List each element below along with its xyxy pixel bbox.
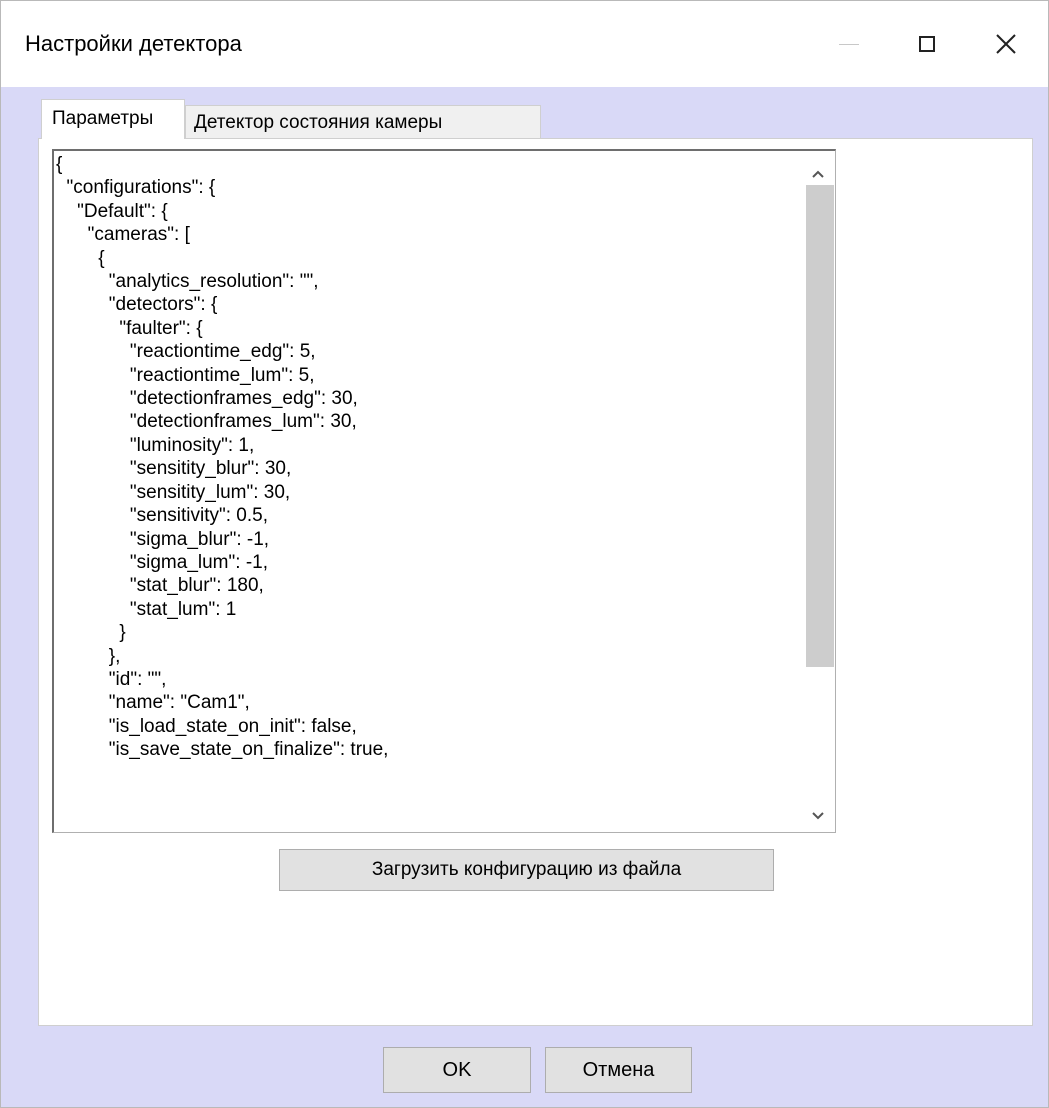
- tab-parameters[interactable]: Параметры: [41, 99, 185, 139]
- scrollbar-thumb[interactable]: [806, 185, 834, 667]
- ok-button[interactable]: OK: [383, 1047, 531, 1093]
- load-config-button[interactable]: Загрузить конфигурацию из файла: [279, 849, 774, 891]
- minimize-button[interactable]: [819, 19, 879, 69]
- maximize-button[interactable]: [897, 19, 957, 69]
- scroll-up-button[interactable]: [806, 161, 830, 187]
- close-button[interactable]: [976, 19, 1036, 69]
- detector-settings-window: Настройки детектора Параметры Детектор с…: [0, 0, 1049, 1108]
- minimize-icon: [839, 43, 859, 45]
- maximize-icon: [919, 36, 935, 52]
- window-title: Настройки детектора: [25, 31, 242, 56]
- close-icon: [996, 34, 1016, 54]
- cancel-button[interactable]: Отмена: [545, 1047, 692, 1093]
- scroll-down-button[interactable]: [806, 803, 830, 829]
- config-json-text[interactable]: { "configurations": { "Default": { "came…: [56, 153, 388, 762]
- config-json-editor[interactable]: { "configurations": { "Default": { "came…: [52, 149, 836, 833]
- chevron-down-icon: [812, 812, 824, 820]
- chevron-up-icon: [812, 170, 824, 178]
- tab-camera-state-detector[interactable]: Детектор состояния камеры: [185, 105, 541, 139]
- title-bar: Настройки детектора: [1, 1, 1048, 87]
- tab-panel: { "configurations": { "Default": { "came…: [38, 138, 1033, 1026]
